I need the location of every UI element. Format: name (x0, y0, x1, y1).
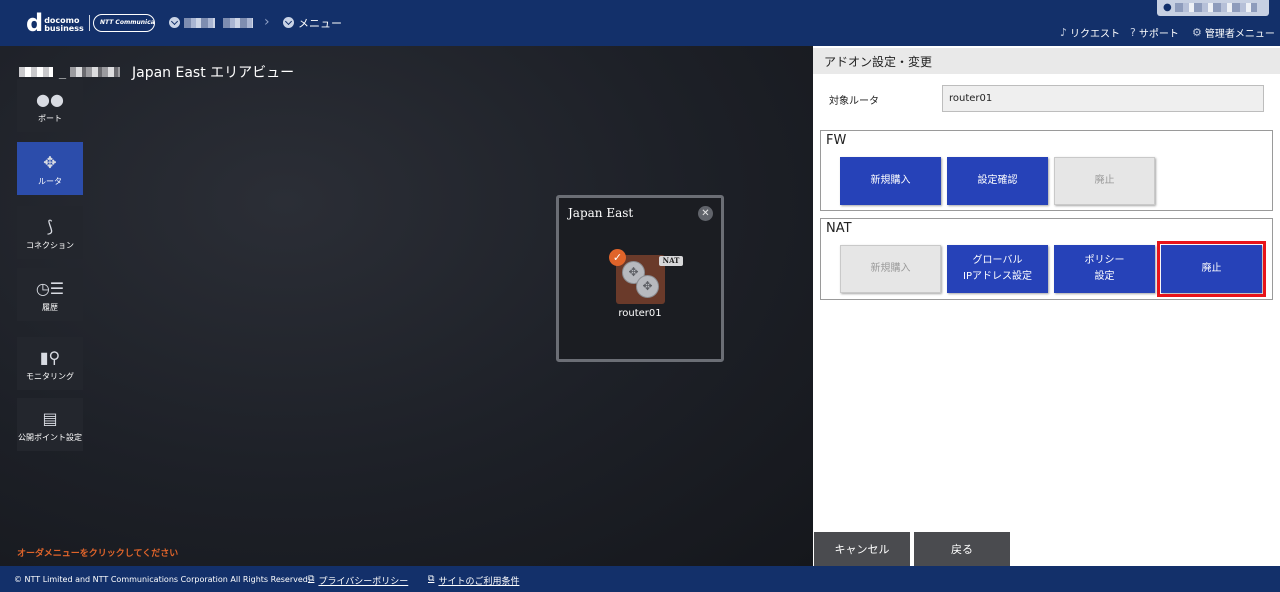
copyright: © NTT Limited and NTT Communications Cor… (14, 575, 311, 584)
target-router-field (942, 85, 1264, 112)
title-separator: _ (59, 64, 66, 80)
area-title-text: Japan East エリアビュー (132, 65, 295, 81)
breadcrumb-tenant[interactable] (223, 18, 253, 28)
sidebar-item-label: ポート (38, 114, 62, 123)
sidebar-item-label: コネクション (26, 241, 74, 250)
user-name (1175, 3, 1257, 12)
nat-section-title: NAT (826, 221, 852, 236)
region-name: Japan East (568, 206, 634, 220)
area-view: _ Japan East エリアビュー ●● ポート ✥ ルータ ⟆ コネクショ… (0, 46, 813, 566)
order-menu-hint: オーダメニューをクリックしてください (17, 549, 179, 559)
sidebar-item-label: モニタリング (26, 372, 74, 381)
logo-line-2: business (44, 24, 84, 33)
external-link-icon: ⧉ (428, 574, 435, 584)
fw-new-purchase-button[interactable]: 新規購入 (840, 157, 941, 205)
fw-section-title: FW (826, 133, 847, 148)
history-icon: ◷☰ (35, 279, 65, 298)
target-router-label: 対象ルータ (829, 96, 879, 107)
port-icon: ●● (36, 90, 64, 109)
breadcrumb-contract[interactable] (184, 18, 215, 28)
monitoring-icon: ▮⚲ (39, 348, 61, 367)
nat-badge: NAT (659, 256, 683, 266)
external-link-icon: ⧉ (308, 574, 315, 584)
privacy-policy-label: プライバシーポリシー (318, 577, 409, 587)
sidebar-item-label: 公開ポイント設定 (18, 433, 82, 442)
fw-section: FW 新規購入 設定確認 廃止 (820, 130, 1273, 211)
connection-icon: ⟆ (46, 217, 54, 236)
nat-abolish-button[interactable]: 廃止 (1157, 241, 1266, 297)
sidebar-item-monitoring[interactable]: ▮⚲ モニタリング (17, 337, 83, 390)
user-icon: ● (1163, 2, 1172, 13)
sidebar-item-label: 履歴 (42, 303, 58, 312)
help-icon: ? (1130, 26, 1136, 39)
cancel-button[interactable]: キャンセル (814, 532, 910, 566)
nat-policy-settings-button[interactable]: ポリシー 設定 (1054, 245, 1155, 293)
ntt-communications-logo: NTT Communications (93, 14, 155, 32)
region-card: Japan East ✕ ✥ ✥ ✓ NAT router01 (556, 195, 724, 362)
gear-icon: ⚙ (1192, 26, 1202, 39)
logo-divider (89, 15, 90, 31)
sidebar-item-connection[interactable]: ⟆ コネクション (17, 206, 83, 259)
chevron-down-icon[interactable] (169, 17, 180, 28)
tenant-name (70, 67, 120, 77)
request-label: リクエスト (1070, 29, 1121, 40)
fw-settings-check-button[interactable]: 設定確認 (947, 157, 1048, 205)
router-globe-icon-2: ✥ (636, 275, 659, 298)
sidebar-item-history[interactable]: ◷☰ 履歴 (17, 268, 83, 321)
sidebar-item-port[interactable]: ●● ポート (17, 79, 83, 132)
request-link[interactable]: ♪ リクエスト (1060, 25, 1120, 40)
nat-section: NAT 新規購入 グローバル IPアドレス設定 ポリシー 設定 廃止 (820, 218, 1273, 300)
addon-settings-panel: アドオン設定・変更 対象ルータ FW 新規購入 設定確認 廃止 NAT 新規購入… (813, 46, 1280, 566)
terms-of-use-link[interactable]: ⧉ サイトのご利用条件 (428, 574, 519, 587)
header: d docomo business NTT Communications › メ… (0, 0, 1280, 46)
support-label: サポート (1138, 29, 1179, 40)
menu-chevron-icon[interactable] (283, 17, 294, 28)
router-icon: ✥ (43, 153, 57, 172)
menu-link[interactable]: メニュー (298, 15, 342, 31)
admin-menu-link[interactable]: ⚙ 管理者メニュー (1192, 25, 1275, 40)
docomo-business-logo[interactable]: d docomo business (26, 9, 84, 37)
support-link[interactable]: ? サポート (1130, 25, 1179, 40)
sidebar-item-public-point[interactable]: ▤ 公開ポイント設定 (17, 398, 83, 451)
selected-check-icon: ✓ (609, 249, 626, 266)
back-button[interactable]: 戻る (914, 532, 1010, 566)
admin-menu-label: 管理者メニュー (1204, 29, 1275, 40)
bell-icon: ♪ (1060, 26, 1068, 39)
sidebar-item-router[interactable]: ✥ ルータ (17, 142, 83, 195)
nat-global-ip-settings-button[interactable]: グローバル IPアドレス設定 (947, 245, 1048, 293)
terms-of-use-label: サイトのご利用条件 (438, 577, 520, 587)
fw-abolish-button[interactable]: 廃止 (1054, 157, 1155, 205)
footer: © NTT Limited and NTT Communications Cor… (0, 566, 1280, 592)
sidebar-item-label: ルータ (38, 177, 62, 186)
nat-new-purchase-button[interactable]: 新規購入 (840, 245, 941, 293)
panel-title: アドオン設定・変更 (813, 48, 1280, 74)
contract-name (19, 67, 53, 77)
privacy-policy-link[interactable]: ⧉ プライバシーポリシー (308, 574, 408, 587)
public-point-icon: ▤ (42, 409, 58, 428)
close-icon[interactable]: ✕ (698, 206, 713, 221)
router-name: router01 (618, 308, 662, 319)
user-account[interactable]: ● (1157, 0, 1269, 16)
chevron-right-icon: › (264, 14, 270, 30)
logo-d: d (26, 9, 44, 37)
